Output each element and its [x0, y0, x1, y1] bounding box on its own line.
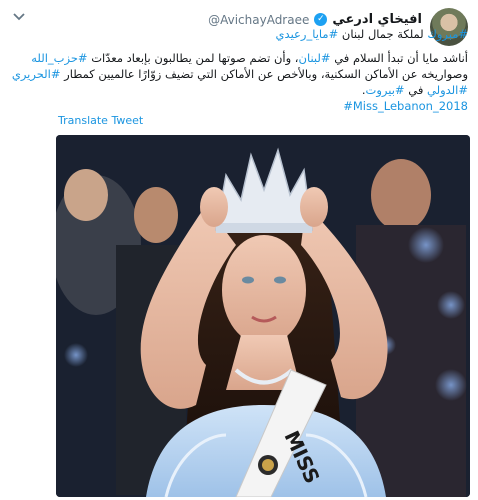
- tweet-p2-a: أناشد مايا أن تبدأ السلام في: [330, 51, 468, 65]
- tweet-p2-c: وصواريخه عن الأماكن السكنية، وبالأخص عن …: [60, 67, 468, 81]
- hashtag-international[interactable]: #الدولي: [427, 83, 468, 97]
- tweet-line-1: #مبروك لملكة جمال لبنان #مايا_رعيدي: [10, 26, 468, 42]
- tweet-card: افيخاي ادرعي ✓ @AvichayAdraee #مبروك لمل…: [0, 0, 478, 500]
- tweet-text: #مبروك لملكة جمال لبنان #مايا_رعيدي أناش…: [10, 26, 468, 122]
- hashtag-lebanon[interactable]: #لبنان: [299, 51, 331, 65]
- tweet-header: افيخاي ادرعي ✓ @AvichayAdraee: [208, 12, 422, 27]
- hashtag-beirut[interactable]: #بيروت: [366, 83, 405, 97]
- tweet-paragraph-2: أناشد مايا أن تبدأ السلام في #لبنان، وأن…: [10, 50, 468, 114]
- miss-lebanon-photo: MISS: [56, 135, 470, 497]
- hashtag-maya-reaidi[interactable]: #مايا_رعيدي: [276, 27, 339, 41]
- verified-badge-icon: ✓: [314, 13, 328, 26]
- tweet-p2-b: ، وأن تضم صوتها لمن يطالبون بإبعاد معدّا…: [87, 51, 299, 65]
- tweet-line-1-text: لملكة جمال لبنان: [338, 27, 428, 41]
- hashtag-mabrouk[interactable]: #مبروك: [427, 27, 468, 41]
- chevron-down-icon[interactable]: [12, 10, 26, 24]
- hashtag-hariri[interactable]: #الحريري: [12, 67, 61, 81]
- tweet-photo[interactable]: MISS: [56, 135, 470, 497]
- hashtag-miss-lebanon-2018[interactable]: #Miss_Lebanon_2018: [343, 99, 468, 113]
- author-name[interactable]: افيخاي ادرعي: [332, 12, 422, 27]
- hashtag-hezbollah[interactable]: #حزب_الله: [31, 51, 87, 65]
- translate-tweet-link[interactable]: Translate Tweet: [58, 114, 143, 127]
- author-handle[interactable]: @AvichayAdraee: [208, 13, 309, 27]
- tweet-p2-d: في: [404, 83, 427, 97]
